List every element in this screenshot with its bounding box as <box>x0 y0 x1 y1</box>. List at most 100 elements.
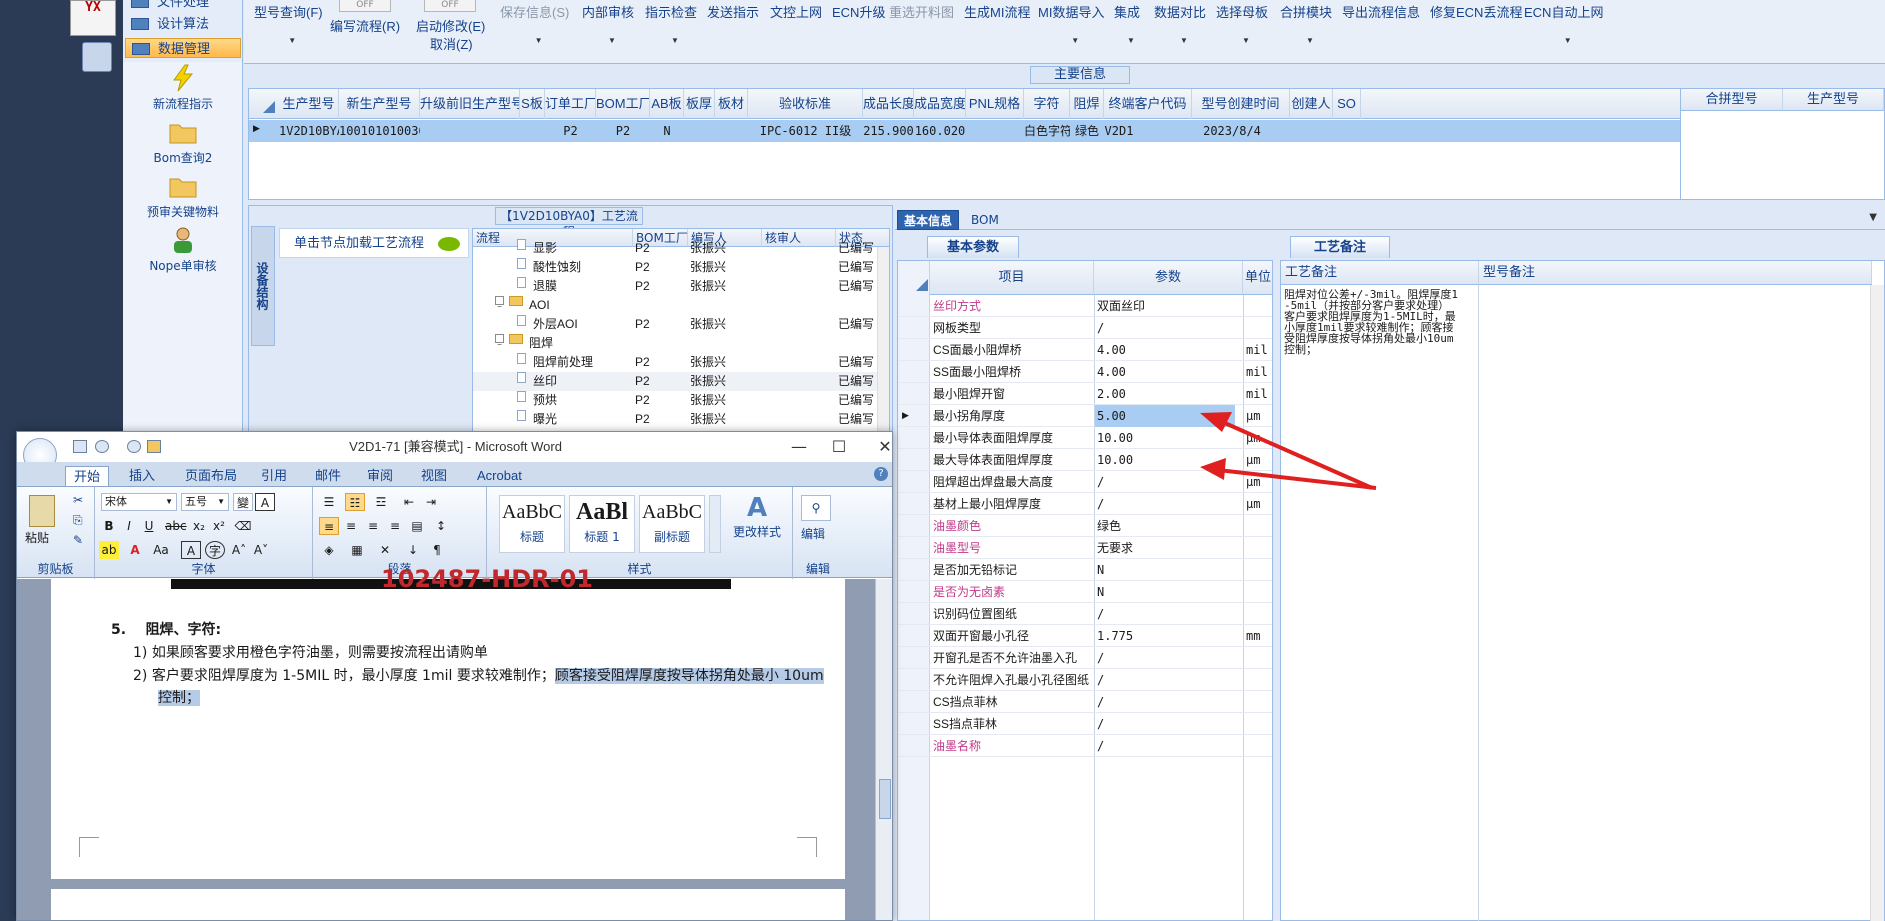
param-value[interactable]: 10.00 <box>1097 449 1237 471</box>
param-value[interactable]: 4.00 <box>1097 361 1237 383</box>
param-value[interactable]: / <box>1097 713 1237 735</box>
col-header[interactable]: 阻焊 <box>1070 89 1104 119</box>
chinese-layout-icon[interactable]: ✕ <box>375 541 395 559</box>
document-page[interactable]: 102487-HDR-01 5. 阻焊、字符: 1) 如果顾客要求用橙色字符油墨… <box>51 565 845 879</box>
collapse-icon[interactable]: − <box>495 334 504 349</box>
numbering-icon[interactable]: ☷ <box>345 493 365 511</box>
toolbar-ecn-upgrade[interactable]: ECN升级 <box>832 2 885 21</box>
table-cell[interactable]: V2D1 <box>1104 120 1134 142</box>
off-toggle[interactable]: OFF <box>424 0 476 12</box>
bullets-icon[interactable]: ☰ <box>319 493 339 511</box>
param-value[interactable]: / <box>1097 493 1237 515</box>
grow-font-icon[interactable]: A˄ <box>229 541 249 559</box>
tree-row[interactable]: − AOI <box>473 296 889 315</box>
toolbar-save-info[interactable]: 保存信息(S) ▼ <box>500 2 569 45</box>
align-right-icon[interactable]: ≡ <box>363 517 383 535</box>
tree-row[interactable]: 显影 P2 张振兴 已编写 <box>473 239 889 258</box>
col-header[interactable]: 字符 <box>1024 89 1070 119</box>
table-cell[interactable]: 白色字符 <box>1024 120 1070 142</box>
sort-icon[interactable]: ↓ <box>403 541 423 559</box>
param-row[interactable]: 识别码位置图纸 / <box>898 603 1272 625</box>
tab-home[interactable]: 开始 <box>65 466 110 486</box>
nav-nope-review[interactable]: Nope单审核 <box>123 226 243 274</box>
col-header[interactable]: 验收标准 <box>748 89 863 119</box>
param-row[interactable]: CS面最小阻焊桥 4.00 mil <box>898 339 1272 361</box>
col-header[interactable]: 参数 <box>1094 261 1243 295</box>
align-center-icon[interactable]: ≡ <box>341 517 361 535</box>
toolbar-reselect-cutting[interactable]: 重选开料图 <box>889 2 954 21</box>
toolbar-generate-mi[interactable]: 生成MI流程 <box>964 2 1030 21</box>
style-title[interactable]: AaBbC 标题 <box>499 495 565 553</box>
toolbar-write-process[interactable]: 编写流程(R) <box>330 16 400 35</box>
col-header[interactable]: SO <box>1333 89 1361 119</box>
col-header[interactable]: 升级前旧生产型号 <box>420 89 520 119</box>
toolbar-data-compare[interactable]: 数据对比 ▼ <box>1154 2 1206 45</box>
clear-format-icon[interactable]: ⌫ <box>233 517 253 535</box>
tab-page-layout[interactable]: 页面布局 <box>177 466 245 486</box>
param-row[interactable]: 是否为无卤素 N <box>898 581 1272 603</box>
param-value[interactable]: / <box>1097 669 1237 691</box>
binoculars-icon[interactable]: ⚲ <box>801 495 831 521</box>
doc-list-item[interactable]: 2) 客户要求阻焊厚度为 1-5MIL 时，最小厚度 1mil 要求较难制作；顾… <box>133 665 824 685</box>
font-color-icon[interactable]: A <box>125 541 145 559</box>
collapse-icon[interactable]: − <box>495 296 504 311</box>
nav-key-materials[interactable]: 预审关键物料 <box>123 172 243 220</box>
param-value[interactable]: 2.00 <box>1097 383 1237 405</box>
param-value[interactable]: / <box>1097 647 1237 669</box>
tab-references[interactable]: 引用 <box>253 466 295 486</box>
col-header[interactable]: 新生产型号 <box>339 89 420 119</box>
param-value[interactable]: 5.00 <box>1095 405 1235 427</box>
font-size-select[interactable]: 五号 ▼ <box>181 493 229 511</box>
toolbar-fix-ecn[interactable]: 修复ECN丢流程 <box>1430 2 1522 21</box>
calculator-icon[interactable] <box>82 42 112 72</box>
param-row[interactable]: 双面开窗最小孔径 1.775 mm <box>898 625 1272 647</box>
col-header[interactable]: 型号创建时间 <box>1192 89 1290 119</box>
col-header[interactable]: 板厚 <box>684 89 715 119</box>
param-value[interactable]: 4.00 <box>1097 339 1237 361</box>
tab-bom[interactable]: BOM <box>965 210 1005 230</box>
document-page[interactable] <box>51 889 845 920</box>
col-header[interactable]: 板材 <box>715 89 748 119</box>
tree-row[interactable]: 丝印 P2 张振兴 已编写 <box>473 372 889 391</box>
col-header[interactable]: 合拼型号 <box>1681 89 1783 111</box>
tree-row[interactable]: 酸性蚀刻 P2 张振兴 已编写 <box>473 258 889 277</box>
style-heading-1[interactable]: AaBl 标题 1 <box>569 495 635 553</box>
font-name-select[interactable]: 宋体 ▼ <box>101 493 177 511</box>
char-shading-icon[interactable]: A <box>181 541 201 559</box>
table-row[interactable]: ▶ 1V2D10BYA0 10010101003657 P2 P2 N IPC-… <box>249 120 1683 142</box>
param-value[interactable]: / <box>1097 691 1237 713</box>
col-header[interactable]: 终端客户代码 <box>1104 89 1192 119</box>
param-value[interactable]: 1.775 <box>1097 625 1237 647</box>
cut-icon[interactable]: ✂ <box>73 493 83 507</box>
table-cell[interactable]: P2 <box>596 120 650 142</box>
param-row[interactable]: SS挡点菲林 / <box>898 713 1272 735</box>
table-cell[interactable]: 215.900 <box>863 120 914 142</box>
device-structure-tab[interactable]: 设备结构 <box>251 226 275 346</box>
param-value[interactable]: 10.00 <box>1097 427 1237 449</box>
tab-acrobat[interactable]: Acrobat <box>469 466 530 486</box>
toolbar-merge-module[interactable]: 合拼模块 ▼ <box>1280 2 1332 45</box>
highlight-icon[interactable]: ab <box>99 541 119 559</box>
tree-row[interactable]: 外层AOI P2 张振兴 已编写 <box>473 315 889 334</box>
param-row[interactable]: 油墨颜色 绿色 <box>898 515 1272 537</box>
strikethrough-button[interactable]: abc <box>165 517 187 535</box>
help-icon[interactable]: ? <box>874 467 888 481</box>
paste-button[interactable]: 粘贴 <box>25 529 49 546</box>
line-spacing-icon[interactable]: ↕ <box>431 517 451 535</box>
col-header[interactable]: PNL规格 <box>966 89 1024 119</box>
param-row[interactable]: 最小阻焊开窗 2.00 mil <box>898 383 1272 405</box>
scroll-thumb[interactable] <box>879 779 891 819</box>
format-painter-icon[interactable]: ✎ <box>73 533 83 547</box>
table-cell[interactable]: 2023/8/4 <box>1192 120 1272 142</box>
param-row[interactable]: SS面最小阻焊桥 4.00 mil <box>898 361 1272 383</box>
param-value[interactable]: / <box>1097 603 1237 625</box>
col-header[interactable]: 型号备注 <box>1479 261 1872 285</box>
justify-icon[interactable]: ≡ <box>385 517 405 535</box>
redo-icon[interactable] <box>127 440 141 453</box>
col-header[interactable]: 生产型号 <box>279 89 339 119</box>
tree-row[interactable]: 阻焊前处理 P2 张振兴 已编写 <box>473 353 889 372</box>
tree-row[interactable]: 预烘 P2 张振兴 已编写 <box>473 391 889 410</box>
remarks-scrollbar[interactable] <box>1870 285 1884 921</box>
param-row[interactable]: 开窗孔是否不允许油墨入孔 / <box>898 647 1272 669</box>
col-header[interactable]: 订单工厂 <box>545 89 596 119</box>
